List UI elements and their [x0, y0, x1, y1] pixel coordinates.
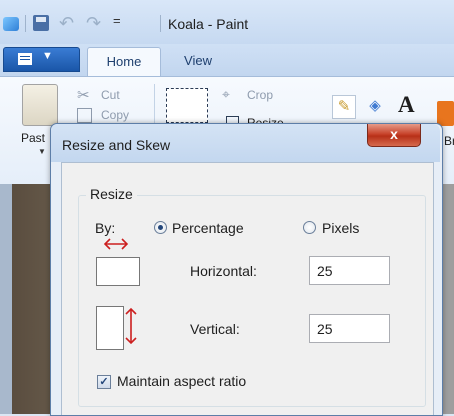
vertical-input[interactable]: 25: [309, 314, 390, 343]
copy-button-label[interactable]: Copy: [101, 108, 129, 122]
maintain-aspect-ratio-label[interactable]: Maintain aspect ratio: [117, 373, 246, 389]
fill-bucket-icon[interactable]: ◈: [364, 95, 386, 117]
window-title: Koala - Paint: [168, 16, 249, 32]
undo-icon[interactable]: ↶: [59, 13, 74, 34]
paste-button-label[interactable]: Past: [21, 131, 45, 145]
radio-selected-dot: [158, 225, 163, 230]
by-label: By:: [95, 220, 116, 236]
percentage-radio-label[interactable]: Percentage: [172, 220, 244, 236]
horizontal-resize-preview-icon: [96, 257, 140, 286]
text-tool-icon[interactable]: A: [398, 92, 415, 118]
quick-access-separator: [25, 15, 26, 32]
clipboard-paste-icon[interactable]: [22, 84, 58, 126]
crop-icon[interactable]: ⌖: [222, 86, 230, 103]
title-separator: [160, 15, 161, 32]
redo-icon[interactable]: ↷: [86, 13, 101, 34]
scissors-icon[interactable]: ✂: [77, 86, 90, 104]
horizontal-label: Horizontal:: [190, 263, 257, 279]
select-icon[interactable]: [166, 88, 208, 123]
dialog-title: Resize and Skew: [62, 137, 171, 153]
chevron-down-icon: ▼: [42, 50, 53, 62]
cut-button-label[interactable]: Cut: [101, 88, 120, 102]
copy-icon[interactable]: [77, 108, 92, 123]
save-icon[interactable]: [33, 15, 49, 31]
paint-app-icon[interactable]: [3, 17, 19, 31]
crop-button-label[interactable]: Crop: [247, 88, 273, 102]
pixels-radio-label[interactable]: Pixels: [322, 220, 359, 236]
paint-menu-button[interactable]: ▼: [3, 47, 80, 72]
tab-home[interactable]: Home: [87, 47, 161, 77]
close-icon: x: [390, 126, 398, 142]
close-button[interactable]: x: [367, 124, 421, 147]
vertical-resize-preview-icon: [96, 306, 124, 350]
horizontal-input[interactable]: 25: [309, 256, 390, 285]
vertical-arrow-icon: [125, 307, 137, 345]
quick-access-dropdown[interactable]: =: [113, 13, 121, 28]
pixels-radio[interactable]: [303, 221, 316, 234]
paste-dropdown-icon[interactable]: ▼: [38, 147, 46, 156]
tab-view[interactable]: View: [163, 47, 233, 76]
brushes-icon[interactable]: [437, 101, 454, 126]
maintain-aspect-ratio-checkbox[interactable]: ✓: [97, 375, 111, 389]
horizontal-arrow-icon: [103, 238, 129, 250]
brushes-button-label[interactable]: Br: [444, 134, 454, 148]
vertical-label: Vertical:: [190, 321, 240, 337]
menu-list-icon: [18, 53, 32, 65]
resize-group-label: Resize: [86, 186, 137, 202]
pencil-icon[interactable]: ✎: [332, 95, 356, 119]
